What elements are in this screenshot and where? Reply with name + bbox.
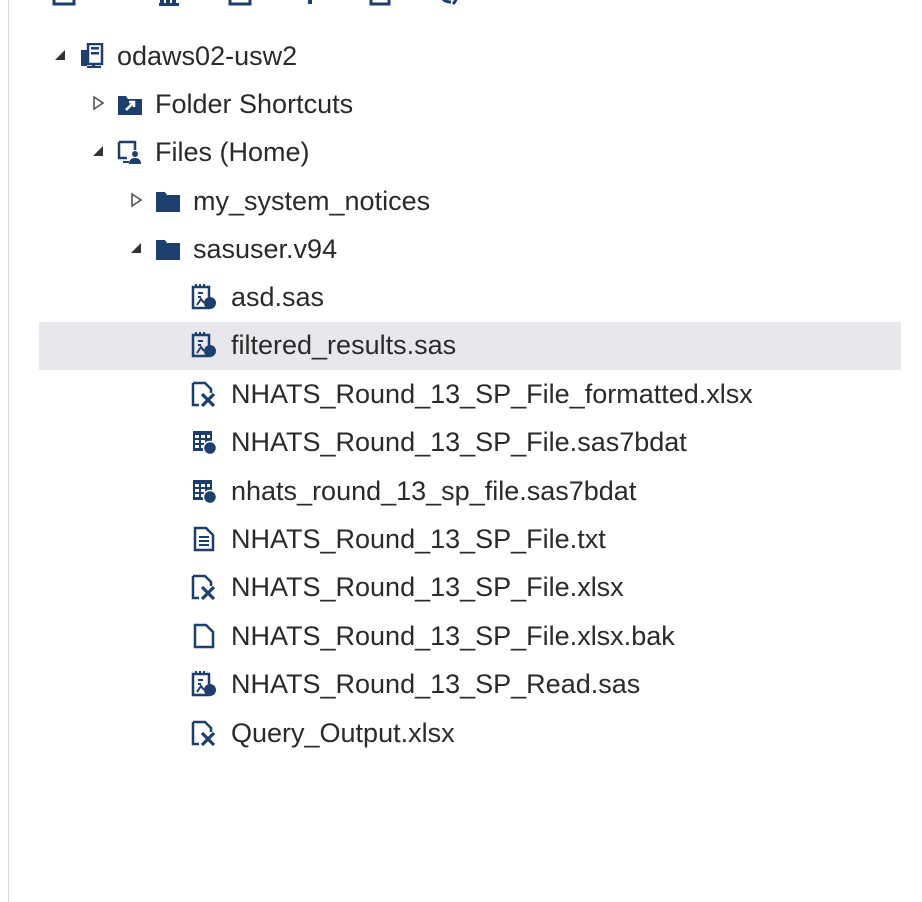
text-file-icon bbox=[191, 526, 217, 552]
tree-item-folder[interactable]: my_system_notices bbox=[9, 178, 922, 224]
server-icon bbox=[79, 43, 105, 69]
upload-icon[interactable] bbox=[297, 0, 323, 8]
tree-item-label: NHATS_Round_13_SP_Read.sas bbox=[231, 669, 641, 699]
tree-item-label: NHATS_Round_13_SP_File_formatted.xlsx bbox=[231, 379, 753, 409]
tree-item-label: Query_Output.xlsx bbox=[231, 718, 455, 748]
excel-file-icon bbox=[191, 720, 217, 746]
tree-item-label: NHATS_Round_13_SP_File.sas7bdat bbox=[231, 427, 687, 457]
folder-shortcut-icon bbox=[117, 91, 143, 117]
library-icon[interactable] bbox=[157, 0, 183, 8]
home-files-icon bbox=[117, 139, 143, 165]
sas-program-icon bbox=[191, 332, 217, 358]
tree-item-label: asd.sas bbox=[231, 282, 325, 312]
excel-file-icon bbox=[191, 381, 217, 407]
tree-item-file[interactable]: NHATS_Round_13_SP_File.txt bbox=[9, 516, 922, 562]
toolbar bbox=[9, 0, 922, 12]
tree-item-file[interactable]: nhats_round_13_sp_file.sas7bdat bbox=[9, 468, 922, 514]
save-icon[interactable] bbox=[227, 0, 253, 8]
tree-item-label: Files (Home) bbox=[155, 137, 310, 167]
folder-icon bbox=[155, 236, 181, 262]
tree-item-file[interactable]: NHATS_Round_13_SP_File_formatted.xlsx bbox=[9, 371, 922, 417]
tree-item-file[interactable]: NHATS_Round_13_SP_File.sas7bdat bbox=[9, 419, 922, 465]
blank-file-icon bbox=[191, 623, 217, 649]
tree-item-file[interactable]: NHATS_Round_13_SP_File.xlsx bbox=[9, 564, 922, 610]
tree-item-file[interactable]: filtered_results.sas bbox=[9, 322, 922, 370]
tree-item-server[interactable]: odaws02-usw2 bbox=[9, 33, 922, 79]
sas-dataset-icon bbox=[191, 478, 217, 504]
tree-item-label: NHATS_Round_13_SP_File.xlsx bbox=[231, 572, 624, 602]
tree-item-label: Folder Shortcuts bbox=[155, 89, 354, 119]
tree-item-label: my_system_notices bbox=[193, 186, 431, 216]
tree-item-file[interactable]: NHATS_Round_13_SP_Read.sas bbox=[9, 661, 922, 707]
tree-item-label: filtered_results.sas bbox=[231, 330, 457, 360]
new-icon[interactable] bbox=[51, 0, 77, 8]
folder-icon bbox=[155, 188, 181, 214]
sas-program-icon bbox=[191, 284, 217, 310]
collapse-triangle-icon[interactable] bbox=[129, 240, 143, 256]
tree-item-label: nhats_round_13_sp_file.sas7bdat bbox=[231, 476, 637, 506]
tree-item-file[interactable]: NHATS_Round_13_SP_File.xlsx.bak bbox=[9, 613, 922, 659]
server-files-panel: odaws02-usw2 Folder Shortcuts Files (Hom… bbox=[8, 0, 922, 902]
tree-item-label: NHATS_Round_13_SP_File.txt bbox=[231, 524, 606, 554]
tree-item-folder[interactable]: sasuser.v94 bbox=[9, 226, 922, 272]
tree-item-label: NHATS_Round_13_SP_File.xlsx.bak bbox=[231, 621, 675, 651]
properties-icon[interactable] bbox=[367, 0, 393, 8]
selection-highlight bbox=[39, 322, 901, 370]
tree-item-files-home[interactable]: Files (Home) bbox=[9, 129, 922, 175]
tree-item-file[interactable]: Query_Output.xlsx bbox=[9, 710, 922, 756]
expand-triangle-icon[interactable] bbox=[129, 192, 143, 208]
collapse-triangle-icon[interactable] bbox=[91, 143, 105, 159]
tree-item-folder-shortcuts[interactable]: Folder Shortcuts bbox=[9, 81, 922, 127]
sas-dataset-icon bbox=[191, 429, 217, 455]
collapse-triangle-icon[interactable] bbox=[53, 47, 67, 63]
tree-item-label: odaws02-usw2 bbox=[117, 41, 298, 71]
tree-item-label: sasuser.v94 bbox=[193, 234, 338, 264]
tree-item-file[interactable]: asd.sas bbox=[9, 274, 922, 320]
excel-file-icon bbox=[191, 574, 217, 600]
expand-triangle-icon[interactable] bbox=[91, 95, 105, 111]
sas-program-icon bbox=[191, 671, 217, 697]
refresh-icon[interactable] bbox=[437, 0, 463, 8]
